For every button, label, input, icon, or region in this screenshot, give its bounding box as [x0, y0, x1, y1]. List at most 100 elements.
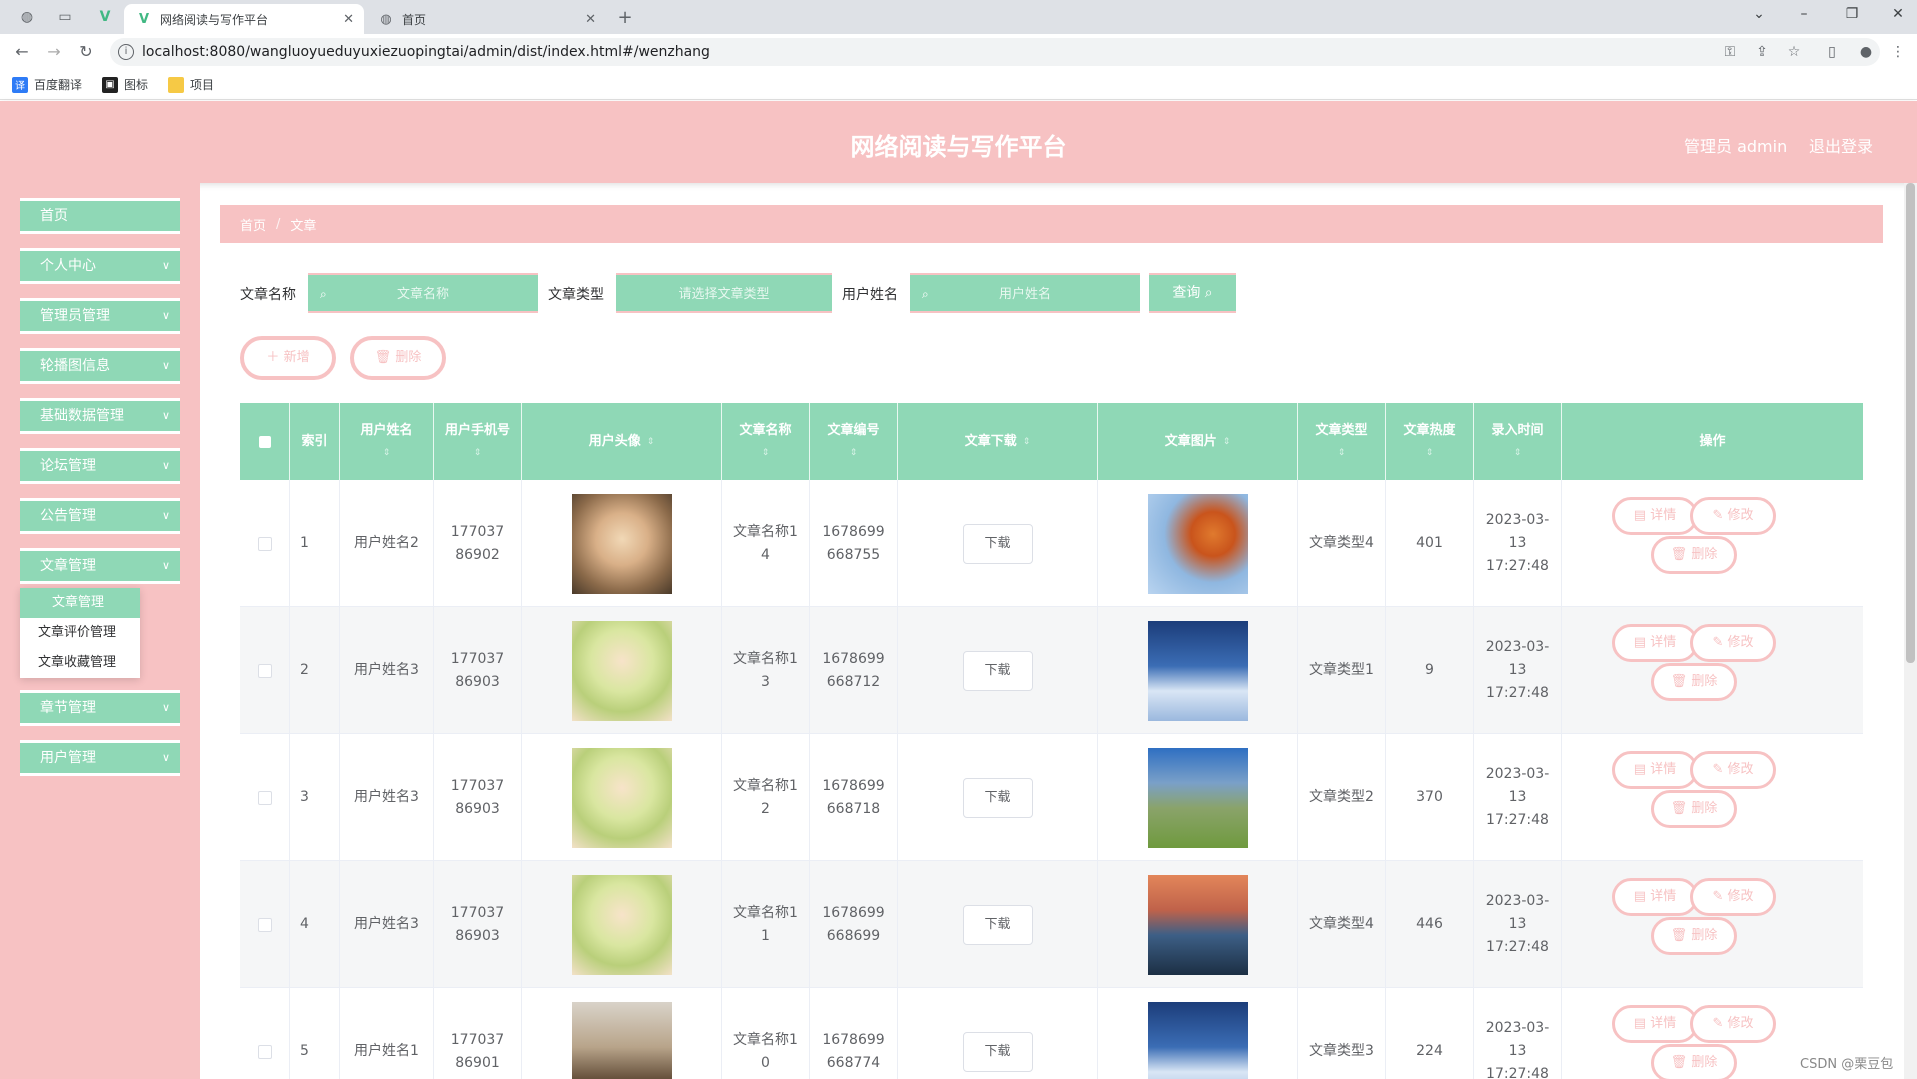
row-checkbox[interactable] — [257, 663, 272, 678]
sort-icon[interactable]: ⇕ — [1338, 442, 1346, 464]
window-close-icon[interactable]: ✕ — [1884, 6, 1912, 26]
article-photo[interactable] — [1147, 874, 1248, 975]
key-icon[interactable]: ⚿ — [1720, 42, 1740, 62]
download-button[interactable]: 下载 — [962, 1031, 1033, 1072]
row-checkbox[interactable] — [257, 536, 272, 551]
delete-row-button[interactable]: 🗑 删除 — [1651, 917, 1737, 955]
article-photo[interactable] — [1147, 620, 1248, 721]
star-icon[interactable]: ☆ — [1784, 42, 1804, 62]
page-scrollbar[interactable] — [1904, 183, 1917, 1079]
breadcrumb-home[interactable]: 首页 — [240, 215, 266, 234]
delete-row-button[interactable]: 🗑 删除 — [1651, 536, 1737, 574]
close-icon[interactable]: ✕ — [585, 12, 596, 27]
header-time[interactable]: 录入时间 ⇕ — [1474, 403, 1562, 480]
add-button[interactable]: ＋ 新增 — [240, 336, 336, 380]
sidebar-item-forum[interactable]: 论坛管理 ∨ — [20, 448, 180, 484]
close-icon[interactable]: ✕ — [343, 12, 354, 27]
sidebar-item-notice[interactable]: 公告管理 ∨ — [20, 498, 180, 534]
tab-active[interactable]: V 网络阅读与写作平台 ✕ — [124, 4, 364, 34]
edit-button[interactable]: ✎ 修改 — [1690, 624, 1776, 662]
sidebar-item-articles[interactable]: 文章管理 ∨ — [20, 548, 180, 584]
download-button[interactable]: 下载 — [962, 650, 1033, 691]
avatar[interactable] — [571, 874, 672, 975]
chevron-down-icon[interactable]: ⌄ — [1745, 6, 1773, 26]
tab-home[interactable]: ◍ 首页 ✕ — [366, 4, 606, 34]
forward-icon[interactable]: → — [44, 42, 64, 62]
row-select-cell[interactable] — [240, 734, 290, 861]
article-name-input[interactable] — [308, 273, 538, 313]
header-download[interactable]: 文章下载 ⇕ — [898, 403, 1098, 480]
header-heat[interactable]: 文章热度 ⇕ — [1386, 403, 1474, 480]
bookmark-icons[interactable]: ▣ 图标 — [102, 76, 148, 93]
avatar[interactable] — [571, 493, 672, 594]
user-name-input[interactable] — [910, 273, 1140, 313]
detail-button[interactable]: ▤ 详情 — [1612, 624, 1698, 662]
edit-button[interactable]: ✎ 修改 — [1690, 878, 1776, 916]
scrollbar-thumb[interactable] — [1906, 183, 1915, 663]
article-photo[interactable] — [1147, 493, 1248, 594]
sort-icon[interactable]: ⇕ — [1023, 431, 1031, 453]
row-select-cell[interactable] — [240, 607, 290, 734]
header-article-type[interactable]: 文章类型 ⇕ — [1298, 403, 1386, 480]
detail-button[interactable]: ▤ 详情 — [1612, 751, 1698, 789]
restore-icon[interactable]: ❐ — [1838, 6, 1866, 26]
new-tab-icon[interactable]: + — [616, 7, 634, 28]
sort-icon[interactable]: ⇕ — [647, 431, 655, 453]
header-phone[interactable]: 用户手机号 ⇕ — [434, 403, 522, 480]
download-button[interactable]: 下载 — [962, 777, 1033, 818]
select-all-checkbox[interactable] — [258, 435, 271, 448]
edit-button[interactable]: ✎ 修改 — [1690, 497, 1776, 535]
sidebar-item-chapters[interactable]: 章节管理 ∨ — [20, 690, 180, 726]
sidebar-item-basedata[interactable]: 基础数据管理 ∨ — [20, 398, 180, 434]
logout-link[interactable]: 退出登录 — [1809, 133, 1873, 157]
sidebar-item-profile[interactable]: 个人中心 ∨ — [20, 248, 180, 284]
detail-button[interactable]: ▤ 详情 — [1612, 878, 1698, 916]
download-button[interactable]: 下载 — [962, 523, 1033, 564]
submenu-article-review[interactable]: 文章评价管理 — [20, 618, 140, 648]
sidebar-item-admins[interactable]: 管理员管理 ∨ — [20, 298, 180, 334]
sort-icon[interactable]: ⇕ — [474, 442, 482, 464]
pinned-tab-globe-icon[interactable]: ◍ — [18, 8, 36, 26]
header-photo[interactable]: 文章图片 ⇕ — [1098, 403, 1298, 480]
article-type-select[interactable] — [616, 273, 832, 313]
url-field[interactable]: i localhost:8080/wangluoyueduyuxiezuopin… — [110, 38, 1880, 66]
avatar[interactable] — [571, 1001, 672, 1079]
sort-icon[interactable]: ⇕ — [383, 442, 391, 464]
pinned-tab-vue-icon[interactable]: V — [96, 8, 114, 26]
sidebar-item-carousel[interactable]: 轮播图信息 ∨ — [20, 348, 180, 384]
sort-icon[interactable]: ⇕ — [1426, 442, 1434, 464]
article-photo[interactable] — [1147, 747, 1248, 848]
sort-icon[interactable]: ⇕ — [1514, 442, 1522, 464]
row-select-cell[interactable] — [240, 988, 290, 1079]
header-select-all[interactable] — [240, 403, 290, 480]
download-button[interactable]: 下载 — [962, 904, 1033, 945]
delete-row-button[interactable]: 🗑 删除 — [1651, 790, 1737, 828]
bookmark-project[interactable]: 项目 — [168, 76, 214, 93]
row-checkbox[interactable] — [257, 1044, 272, 1059]
info-icon[interactable]: i — [118, 44, 134, 60]
delete-row-button[interactable]: 🗑 删除 — [1651, 1044, 1737, 1079]
edit-button[interactable]: ✎ 修改 — [1690, 751, 1776, 789]
row-checkbox[interactable] — [257, 917, 272, 932]
header-article-name[interactable]: 文章名称 ⇕ — [722, 403, 810, 480]
sort-icon[interactable]: ⇕ — [762, 442, 770, 464]
detail-button[interactable]: ▤ 详情 — [1612, 1005, 1698, 1043]
sidebar-item-home[interactable]: 首页 — [20, 198, 180, 234]
profile-icon[interactable]: ● — [1856, 42, 1876, 62]
avatar[interactable] — [571, 620, 672, 721]
reload-icon[interactable]: ↻ — [76, 42, 96, 62]
submenu-article-favorite[interactable]: 文章收藏管理 — [20, 648, 140, 678]
detail-button[interactable]: ▤ 详情 — [1612, 497, 1698, 535]
delete-button[interactable]: 🗑 删除 — [350, 336, 446, 380]
side-panel-icon[interactable]: ▯ — [1822, 42, 1842, 62]
sort-icon[interactable]: ⇕ — [850, 442, 858, 464]
row-select-cell[interactable] — [240, 480, 290, 607]
article-photo[interactable] — [1147, 1001, 1248, 1079]
sidebar-item-users[interactable]: 用户管理 ∨ — [20, 740, 180, 776]
back-icon[interactable]: ← — [12, 42, 32, 62]
edit-button[interactable]: ✎ 修改 — [1690, 1005, 1776, 1043]
sort-icon[interactable]: ⇕ — [1223, 431, 1231, 453]
header-article-code[interactable]: 文章编号 ⇕ — [810, 403, 898, 480]
submenu-article-manage[interactable]: 文章管理 — [20, 588, 140, 618]
pinned-tab-blank-icon[interactable]: ▭ — [56, 8, 74, 26]
